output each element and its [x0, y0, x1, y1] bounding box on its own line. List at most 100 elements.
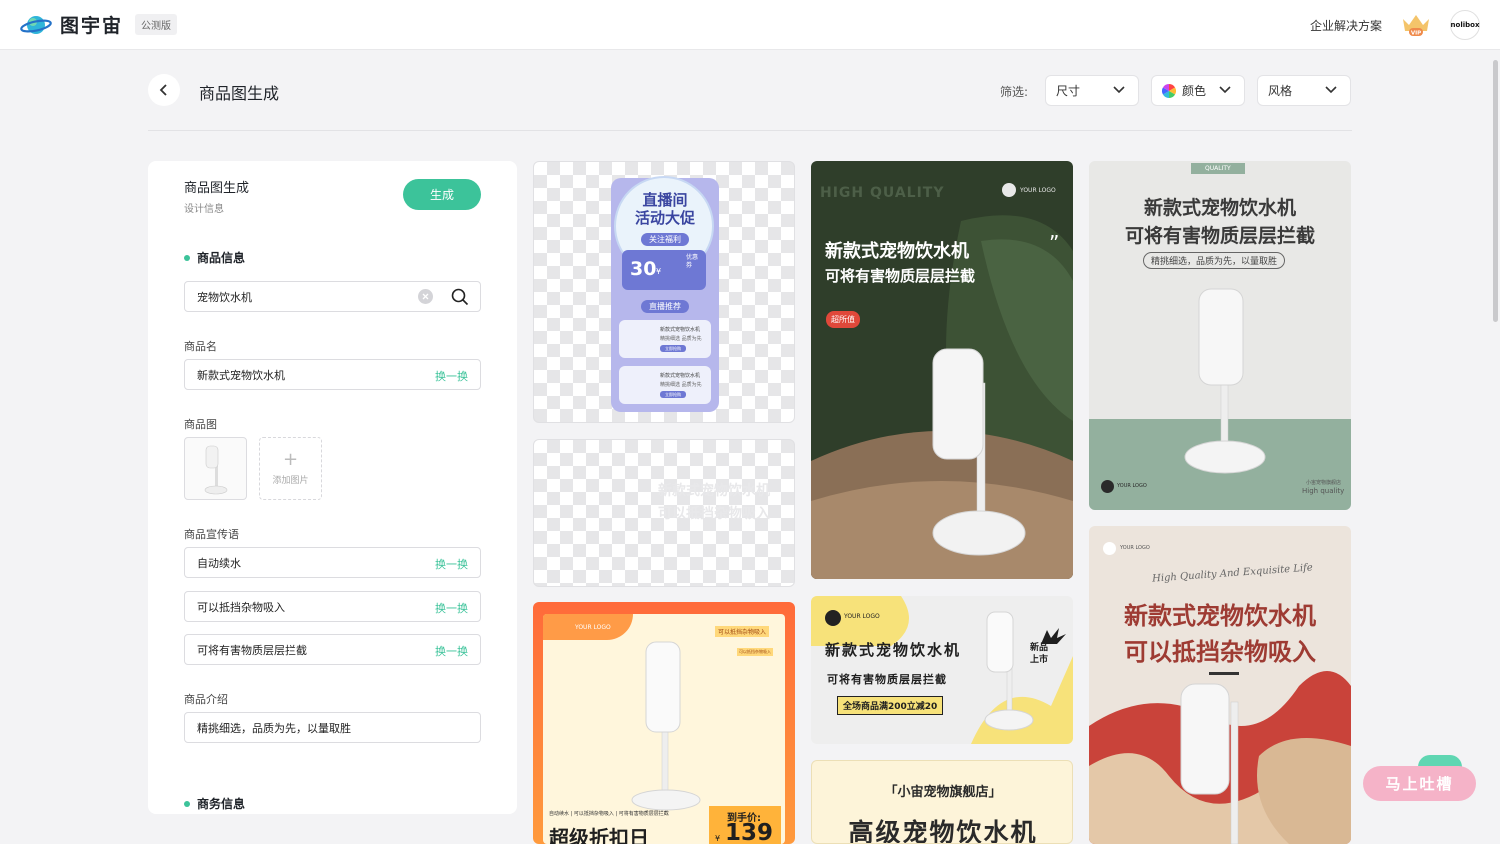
design-info-panel: 商品图生成 设计信息 生成 商品信息 商品名 新款式宠物饮水机 换一换 商品图 …	[148, 161, 517, 814]
green-deco-text: HIGH QUALITY	[820, 185, 945, 201]
top-bar: 图宇宙 公测版 企业解决方案 VIP nolibox	[0, 0, 1500, 50]
red-line-2: 可以抵挡杂物吸入	[1124, 638, 1316, 666]
grey-logo: YOUR LOGO	[1117, 483, 1147, 489]
poster-title-2: 活动大促	[634, 209, 695, 227]
filter-style-label: 风格	[1268, 84, 1293, 98]
clear-icon[interactable]	[418, 289, 433, 304]
panel-subtitle: 设计信息	[184, 204, 224, 215]
result-card-live-promo[interactable]: 直播间 活动大促 关注福利 30 ¥ 优惠券 直播推荐 新款式宠物饮水机 精挑细…	[533, 161, 795, 423]
chevron-down-icon	[1325, 86, 1337, 94]
product-info-heading-text: 商品信息	[197, 251, 246, 265]
faded-line-1: 新款式宠物饮水机	[658, 483, 770, 499]
poster-item-btn: 立即抢购	[660, 391, 686, 398]
slogan-value: 可以抵挡杂物吸入	[197, 600, 285, 614]
discount-currency: ¥	[715, 834, 721, 843]
water-dispenser-image	[1184, 288, 1266, 474]
page-scrollbar[interactable]	[1493, 60, 1498, 322]
vip-crown-icon[interactable]: VIP	[1400, 12, 1432, 38]
search-icon[interactable]	[451, 288, 469, 309]
shop-title: 高级宠物饮水机	[848, 818, 1038, 844]
faded-line-2: 可以抵挡杂物吸入	[658, 506, 770, 522]
green-quote: ”	[1049, 231, 1060, 255]
filter-size-label: 尺寸	[1056, 84, 1081, 98]
product-name-value: 新款式宠物饮水机	[197, 368, 285, 382]
product-search-field[interactable]	[184, 281, 481, 312]
chevron-down-icon	[1113, 86, 1125, 94]
product-search-input[interactable]	[197, 290, 397, 303]
logo-circle-icon	[1103, 542, 1116, 555]
discount-small-tag: 可以抵挡杂物吸入	[715, 626, 770, 637]
product-image-label: 商品图	[184, 418, 217, 431]
feedback-button[interactable]: 马上吐槽	[1363, 766, 1476, 801]
intro-field[interactable]: 精挑细选，品质为先，以量取胜	[184, 712, 481, 743]
red-logo: YOUR LOGO	[1120, 545, 1150, 551]
poster-item-btn: 立即抢购	[660, 345, 686, 352]
water-dispenser-image	[984, 611, 1034, 731]
brand-logo[interactable]: 图宇宙 公测版	[20, 11, 178, 38]
result-card-grey-quality[interactable]: QUALITY 新款式宠物饮水机 可将有害物质层层拦截 精挑细选，品质为先，以量…	[1089, 161, 1351, 510]
filter-style-dropdown[interactable]: 风格	[1257, 75, 1351, 106]
poster-item-sub: 精挑细选 品质为先	[660, 382, 702, 388]
filter-color-dropdown[interactable]: 颜色	[1151, 75, 1245, 106]
business-info-heading: 商务信息	[184, 795, 245, 812]
green-logo: YOUR LOGO	[1020, 187, 1056, 194]
green-line-1: 新款式宠物饮水机	[825, 241, 969, 262]
slogan-swap-button[interactable]: 换一换	[435, 556, 468, 572]
new-promo: 全场商品满200立减20	[837, 696, 944, 715]
filter-label: 筛选:	[1000, 85, 1029, 99]
burst-icon	[1041, 628, 1066, 644]
grey-foot-1: 小宙宠物旗舰店	[1306, 480, 1342, 486]
product-name-swap-button[interactable]: 换一换	[435, 368, 468, 384]
back-button[interactable]	[148, 74, 180, 106]
water-dispenser-image	[631, 641, 701, 811]
logo-circle-icon	[1101, 480, 1114, 493]
poster-tag: 关注福利	[641, 233, 689, 246]
poster-item-sub: 精挑细选 品质为先	[660, 336, 702, 342]
new-line-2: 可将有害物质层层拦截	[827, 673, 947, 686]
generate-button[interactable]: 生成	[403, 179, 481, 210]
chevron-left-icon	[159, 84, 167, 96]
product-thumbnail[interactable]	[184, 437, 247, 500]
section-dot	[184, 800, 190, 807]
poster-rec: 直播推荐	[641, 300, 689, 313]
header-divider	[148, 130, 1352, 131]
new-logo: YOUR LOGO	[844, 613, 880, 620]
poster-price-unit: ¥	[656, 267, 662, 276]
result-card-discount[interactable]: YOUR LOGO 可以抵挡杂物吸入 可以抵挡杂物吸入 自动续水 | 可以抵挡杂…	[533, 602, 795, 844]
slogan-field-1[interactable]: 自动续水 换一换	[184, 547, 481, 578]
result-card-shop[interactable]: 「小宙宠物旗舰店」 高级宠物饮水机	[811, 760, 1073, 844]
intro-value: 精挑细选，品质为先，以量取胜	[197, 721, 351, 735]
product-name-label: 商品名	[184, 340, 217, 353]
result-card-red-wave[interactable]: YOUR LOGO High Quality And Exquisite Lif…	[1089, 526, 1351, 844]
discount-small-tag-2: 可以抵挡杂物吸入	[737, 648, 773, 656]
result-card-green-quality[interactable]: HIGH QUALITY YOUR LOGO ” 新款式宠物饮水机 可将有害物质…	[811, 161, 1073, 579]
add-image-button[interactable]: + 添加图片	[259, 437, 322, 500]
poster-price: 30	[630, 258, 657, 280]
intro-label: 商品介绍	[184, 693, 228, 706]
filter-size-dropdown[interactable]: 尺寸	[1045, 75, 1139, 106]
poster-coupon-label: 优惠券	[686, 254, 699, 269]
discount-brand: YOUR LOGO	[575, 624, 611, 631]
result-card-new-arrival[interactable]: YOUR LOGO 新款式宠物饮水机 可将有害物质层层拦截 全场商品满200立减…	[811, 596, 1073, 744]
panel-title: 商品图生成	[184, 181, 250, 196]
grey-line-1: 新款式宠物饮水机	[1143, 197, 1296, 219]
slogan-field-3[interactable]: 可将有害物质层层拦截 换一换	[184, 634, 481, 665]
grey-tag: QUALITY	[1191, 163, 1245, 174]
red-line-1: 新款式宠物饮水机	[1124, 602, 1316, 630]
water-dispenser-image	[932, 348, 1026, 556]
section-dot	[184, 254, 190, 261]
shop-name: 「小宙宠物旗舰店」	[884, 785, 1002, 800]
result-card-transparent[interactable]: 新款式宠物饮水机 可以抵挡杂物吸入	[533, 439, 795, 587]
page-title: 商品图生成	[199, 84, 280, 103]
slogan-field-2[interactable]: 可以抵挡杂物吸入 换一换	[184, 591, 481, 622]
slogan-swap-button[interactable]: 换一换	[435, 600, 468, 616]
user-avatar[interactable]: nolibox	[1450, 10, 1480, 40]
slogan-swap-button[interactable]: 换一换	[435, 643, 468, 659]
product-name-field[interactable]: 新款式宠物饮水机 换一换	[184, 359, 481, 390]
add-image-label: 添加图片	[272, 476, 309, 486]
green-tag: 超所值	[826, 311, 860, 328]
product-info-heading: 商品信息	[184, 249, 245, 266]
discount-big-title: 超级折扣日	[549, 826, 649, 844]
enterprise-solutions-link[interactable]: 企业解决方案	[1310, 17, 1382, 34]
business-info-heading-text: 商务信息	[197, 797, 246, 811]
